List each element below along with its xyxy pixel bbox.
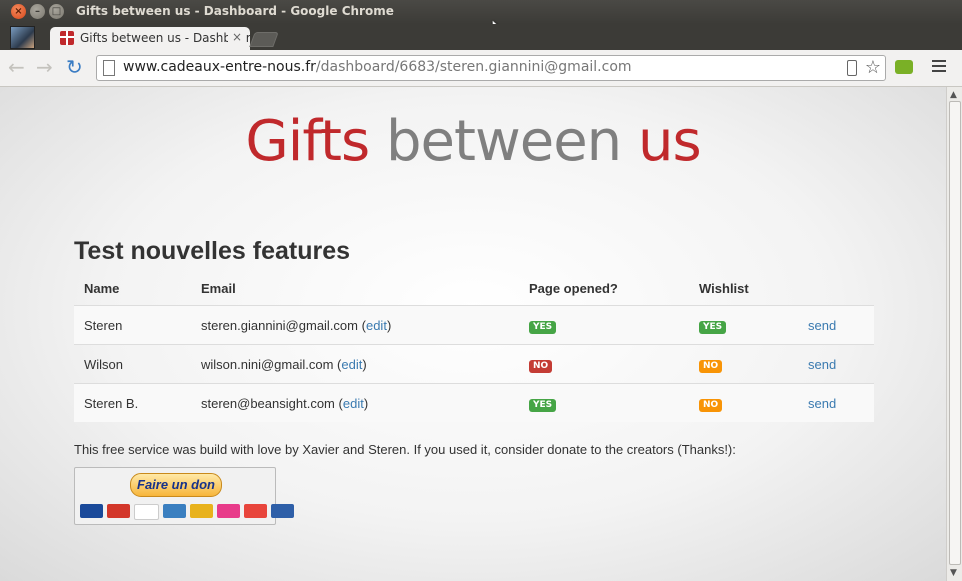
guest-email: steren@beansight.com — [201, 395, 335, 411]
footer-text: This free service was build with love by… — [74, 442, 736, 457]
maestro-card-icon — [80, 504, 103, 518]
guest-name: Steren — [74, 305, 191, 345]
paypal-donate-box: Faire un don — [74, 467, 294, 525]
wishlist-cell: YES — [689, 305, 798, 345]
opened-badge: YES — [529, 398, 557, 412]
wishlist-badge: YES — [699, 320, 727, 334]
logo-word-between: between — [386, 109, 622, 174]
guest-email: wilson.nini@gmail.com — [201, 356, 334, 372]
page-opened-cell: NO — [519, 344, 689, 384]
bookmark-star-icon[interactable]: ☆ — [865, 57, 881, 78]
gift-favicon-icon — [60, 31, 74, 45]
window-titlebar: × – □ Gifts between us - Dashboard - Goo… — [0, 0, 962, 24]
send-link[interactable]: send — [808, 318, 836, 333]
table-row: Wilson wilson.nini@gmail.com (edit) NO N… — [74, 344, 874, 384]
send-link[interactable]: send — [808, 357, 836, 372]
scroll-down-icon[interactable]: ▼ — [950, 568, 957, 578]
page-opened-cell: YES — [519, 305, 689, 345]
payment-cards — [80, 504, 294, 520]
donate-button[interactable]: Faire un don — [130, 473, 222, 497]
edit-link[interactable]: edit — [343, 396, 364, 411]
vertical-scrollbar[interactable]: ▲ ▼ — [946, 87, 962, 581]
window-minimize-button[interactable]: – — [30, 4, 45, 19]
address-bar[interactable]: www.cadeaux-entre-nous.fr/dashboard/6683… — [96, 55, 886, 81]
forward-arrow-icon[interactable]: → — [36, 57, 53, 77]
browser-toolbar: ← → ↻ www.cadeaux-entre-nous.fr/dashboar… — [0, 50, 962, 87]
wishlist-cell: NO — [689, 383, 798, 422]
profile-avatar[interactable] — [10, 26, 35, 49]
wishlist-badge: NO — [699, 359, 723, 373]
visa-card-icon — [134, 504, 159, 520]
table-row: Steren B. steren@beansight.com (edit) YE… — [74, 383, 874, 422]
window-maximize-button[interactable]: □ — [49, 4, 64, 19]
table-row: Steren steren.giannini@gmail.com (edit) … — [74, 305, 874, 345]
edit-link[interactable]: edit — [366, 318, 387, 333]
opened-badge: YES — [529, 320, 557, 334]
tab-label: Gifts between us - Dashboard — [80, 31, 250, 45]
header-actions — [798, 271, 874, 306]
scrollbar-thumb[interactable] — [949, 101, 961, 565]
header-page-opened: Page opened? — [519, 271, 689, 306]
send-cell: send — [798, 383, 874, 422]
logo-word-us: us — [637, 109, 702, 174]
header-email: Email — [191, 271, 519, 306]
tab-dashboard[interactable]: Gifts between us - Dashboard × — [50, 27, 250, 50]
window-title: Gifts between us - Dashboard - Google Ch… — [76, 4, 394, 18]
extension-chat-icon[interactable] — [895, 60, 913, 74]
url-path: /dashboard/6683/steren.giannini@gmail.co… — [315, 59, 632, 75]
header-name: Name — [74, 271, 191, 306]
url-text[interactable]: www.cadeaux-entre-nous.fr/dashboard/6683… — [123, 59, 632, 75]
guest-name: Wilson — [74, 344, 191, 384]
window-close-button[interactable]: × — [11, 4, 26, 19]
reload-icon[interactable]: ↻ — [66, 57, 83, 77]
guest-email-cell: steren.giannini@gmail.com (edit) — [191, 305, 519, 345]
cb-card-icon — [271, 504, 294, 518]
guest-email-cell: steren@beansight.com (edit) — [191, 383, 519, 422]
url-host: www.cadeaux-entre-nous.fr — [123, 59, 316, 75]
page-opened-cell: YES — [519, 383, 689, 422]
guest-name: Steren B. — [74, 383, 191, 422]
wishlist-badge: NO — [699, 398, 723, 412]
site-logo[interactable]: Gifts between us — [0, 109, 946, 174]
table-header-row: Name Email Page opened? Wishlist — [74, 271, 874, 306]
logo-word-gifts: Gifts — [245, 109, 370, 174]
guests-table: Name Email Page opened? Wishlist Steren … — [74, 271, 874, 422]
chrome-menu-icon[interactable] — [932, 60, 946, 74]
page-content: Gifts between us Test nouvelles features… — [0, 87, 946, 581]
aurore-card-icon — [190, 504, 213, 518]
4etoiles-card-icon — [244, 504, 267, 518]
amex-card-icon — [163, 504, 186, 518]
event-title: Test nouvelles features — [74, 237, 351, 265]
cofinoga-card-icon — [217, 504, 240, 518]
scroll-up-icon[interactable]: ▲ — [950, 90, 957, 100]
page-icon — [103, 60, 115, 76]
guest-email: steren.giannini@gmail.com — [201, 317, 358, 333]
send-link[interactable]: send — [808, 396, 836, 411]
send-cell: send — [798, 305, 874, 345]
mobile-icon[interactable] — [847, 60, 857, 76]
edit-link[interactable]: edit — [341, 357, 362, 372]
mastercard-card-icon — [107, 504, 130, 518]
header-wishlist: Wishlist — [689, 271, 798, 306]
wishlist-cell: NO — [689, 344, 798, 384]
guest-email-cell: wilson.nini@gmail.com (edit) — [191, 344, 519, 384]
opened-badge: NO — [529, 359, 553, 373]
tab-close-icon[interactable]: × — [228, 30, 247, 44]
back-arrow-icon[interactable]: ← — [8, 57, 25, 77]
send-cell: send — [798, 344, 874, 384]
